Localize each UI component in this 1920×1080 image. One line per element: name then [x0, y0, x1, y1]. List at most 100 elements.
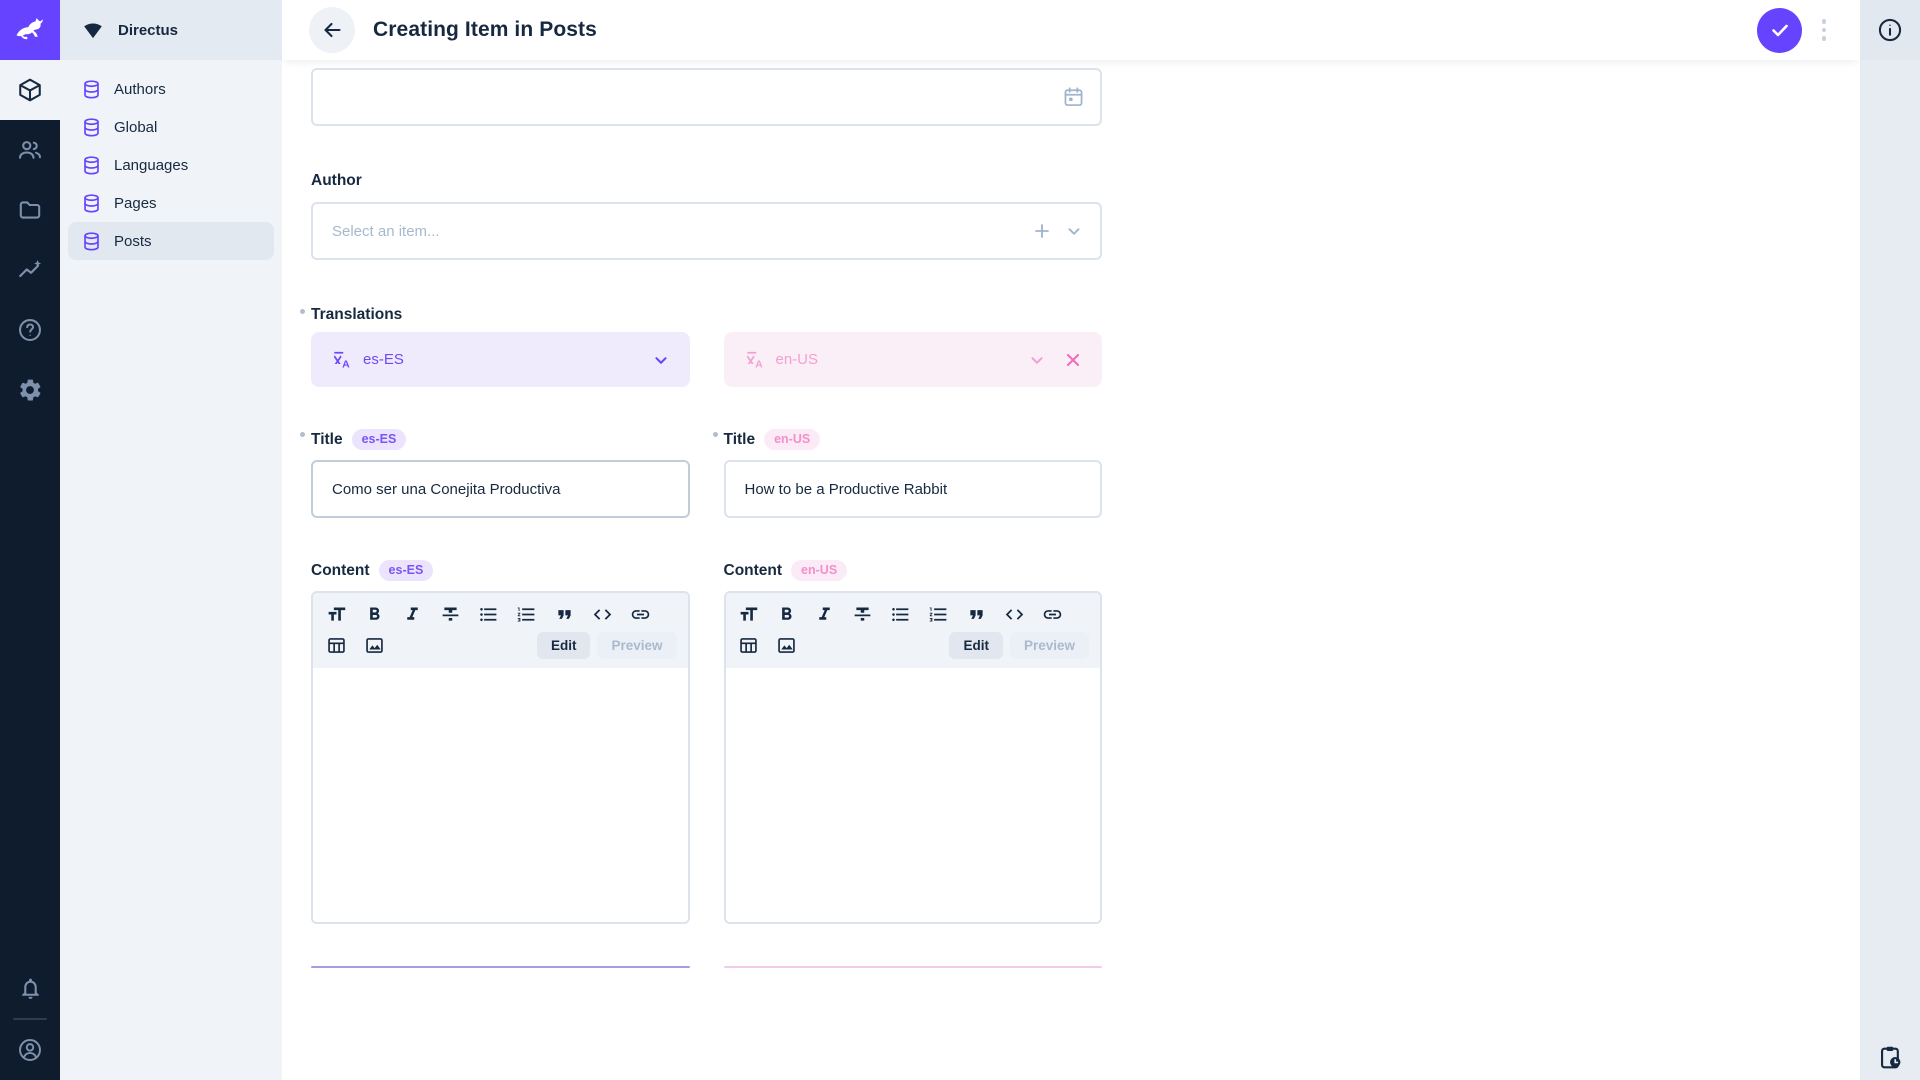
- module-files[interactable]: [0, 180, 60, 240]
- title-input-en[interactable]: [724, 460, 1103, 518]
- main-content: Creating Item in Posts: [282, 0, 1860, 1080]
- title-label-en: Title en-US: [724, 429, 1103, 450]
- editor-toolbar: Edit Preview: [313, 593, 688, 668]
- module-help[interactable]: [0, 300, 60, 360]
- title-labels-row: Title es-ES Title en-US: [311, 429, 1102, 450]
- info-button[interactable]: [1860, 0, 1920, 60]
- code-icon[interactable]: [590, 602, 614, 626]
- sidebar-item-global[interactable]: Global: [68, 108, 274, 146]
- translations-row: A es-ES: [311, 332, 1102, 387]
- translate-icon: A: [331, 349, 353, 371]
- quote-icon[interactable]: [552, 602, 576, 626]
- kebab-menu-icon[interactable]: [1812, 8, 1836, 53]
- sidebar-item-label: Pages: [114, 195, 157, 212]
- sidebar-item-posts[interactable]: Posts: [68, 222, 274, 260]
- plus-icon[interactable]: [1031, 220, 1053, 242]
- directus-app: Directus Authors: [0, 0, 1920, 1080]
- clipboard-clock-icon: [1877, 1044, 1904, 1071]
- translations-label: Translations: [311, 306, 1102, 324]
- format-size-icon[interactable]: [324, 602, 348, 626]
- sidebar-item-languages[interactable]: Languages: [68, 146, 274, 184]
- author-select-input[interactable]: [311, 202, 1102, 260]
- numbered-list-icon[interactable]: [927, 602, 951, 626]
- lang-badge-es: es-ES: [352, 429, 407, 450]
- numbered-list-icon[interactable]: [514, 602, 538, 626]
- image-icon[interactable]: [362, 634, 386, 658]
- project-header[interactable]: Directus: [60, 0, 282, 60]
- editor-body-en[interactable]: [726, 668, 1101, 922]
- code-icon[interactable]: [1003, 602, 1027, 626]
- directus-logo[interactable]: [0, 0, 60, 60]
- back-button[interactable]: [309, 7, 355, 53]
- title-input-es[interactable]: [311, 460, 690, 518]
- preview-tab[interactable]: Preview: [597, 632, 676, 659]
- table-icon[interactable]: [737, 634, 761, 658]
- module-users[interactable]: [0, 120, 60, 180]
- bullet-list-icon[interactable]: [889, 602, 913, 626]
- module-content[interactable]: [0, 60, 60, 120]
- database-icon: [81, 155, 102, 176]
- page-title: Creating Item in Posts: [373, 18, 597, 42]
- help-icon: [17, 317, 43, 343]
- database-icon: [81, 231, 102, 252]
- translation-pill-en[interactable]: A en-US: [724, 332, 1103, 387]
- required-dot: [713, 432, 718, 437]
- module-settings[interactable]: [0, 360, 60, 420]
- content-label-en: Content en-US: [724, 560, 1103, 581]
- folder-icon: [17, 197, 43, 223]
- collections-nav: Authors Global: [60, 60, 282, 270]
- translation-pill-label: en-US: [776, 351, 819, 368]
- image-icon[interactable]: [775, 634, 799, 658]
- sidebar-item-label: Authors: [114, 81, 166, 98]
- revisions-button[interactable]: [1860, 1044, 1920, 1071]
- chevron-down-icon[interactable]: [1026, 349, 1048, 371]
- sidebar-item-label: Posts: [114, 233, 152, 250]
- edit-tab[interactable]: Edit: [949, 632, 1003, 659]
- calendar-icon[interactable]: [1062, 86, 1085, 109]
- language-dividers: [311, 924, 1102, 968]
- sidebar-item-pages[interactable]: Pages: [68, 184, 274, 222]
- format-size-icon[interactable]: [737, 602, 761, 626]
- strikethrough-icon[interactable]: [851, 602, 875, 626]
- translation-pill-label: es-ES: [363, 351, 404, 368]
- close-icon[interactable]: [1062, 349, 1084, 371]
- bell-icon: [18, 976, 43, 1001]
- required-dot: [300, 432, 305, 437]
- notifications-button[interactable]: [0, 958, 60, 1018]
- translation-pill-es[interactable]: A es-ES: [311, 332, 690, 387]
- date-input[interactable]: [311, 68, 1102, 126]
- chevron-down-icon[interactable]: [650, 349, 672, 371]
- author-field-icons: [1031, 220, 1085, 242]
- header-actions: [1757, 8, 1836, 53]
- sidebar-item-label: Global: [114, 119, 157, 136]
- avatar-icon: [17, 1037, 43, 1063]
- link-icon[interactable]: [628, 602, 652, 626]
- svg-text:A: A: [342, 358, 350, 370]
- sidebar-item-authors[interactable]: Authors: [68, 70, 274, 108]
- bold-icon[interactable]: [362, 602, 386, 626]
- chevron-down-icon[interactable]: [1063, 220, 1085, 242]
- module-insights[interactable]: [0, 240, 60, 300]
- strikethrough-icon[interactable]: [438, 602, 462, 626]
- bullet-list-icon[interactable]: [476, 602, 500, 626]
- italic-icon[interactable]: [813, 602, 837, 626]
- bold-icon[interactable]: [775, 602, 799, 626]
- editor-body-es[interactable]: [313, 668, 688, 922]
- table-icon[interactable]: [324, 634, 348, 658]
- lang-badge-en: en-US: [764, 429, 820, 450]
- edit-tab[interactable]: Edit: [537, 632, 591, 659]
- content-labels-row: Content es-ES Content en-US: [311, 560, 1102, 581]
- svg-text:A: A: [755, 358, 763, 370]
- preview-tab[interactable]: Preview: [1010, 632, 1089, 659]
- save-button[interactable]: [1757, 8, 1802, 53]
- italic-icon[interactable]: [400, 602, 424, 626]
- lang-badge-en: en-US: [791, 560, 847, 581]
- date-field: [311, 68, 1102, 126]
- quote-icon[interactable]: [965, 602, 989, 626]
- account-button[interactable]: [0, 1020, 60, 1080]
- required-dot: [300, 309, 305, 314]
- gear-icon: [17, 377, 43, 403]
- info-icon: [1877, 17, 1903, 43]
- author-field: [311, 202, 1102, 260]
- link-icon[interactable]: [1041, 602, 1065, 626]
